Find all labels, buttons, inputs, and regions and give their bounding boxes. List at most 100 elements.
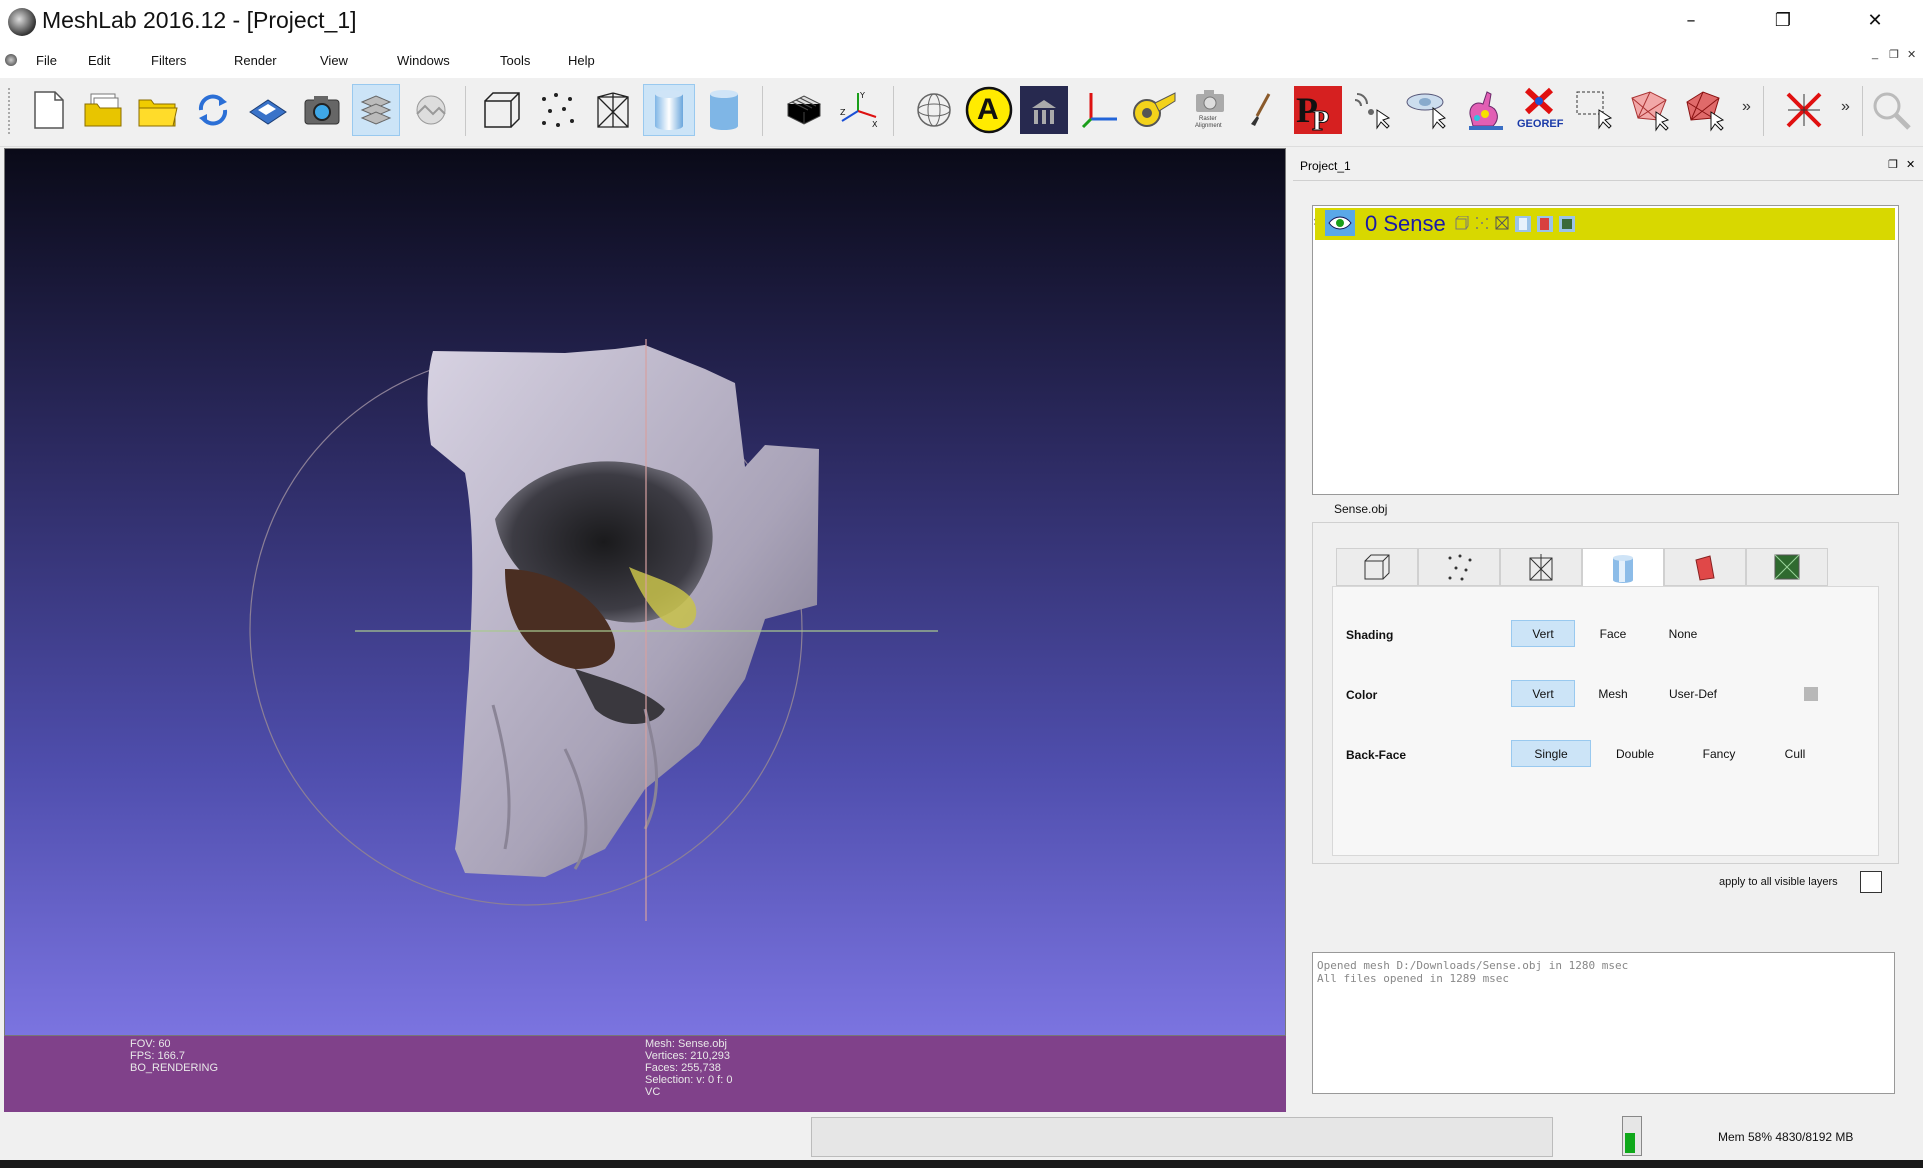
color-userdef-button[interactable]: User-Def — [1655, 680, 1731, 707]
tape-measure-icon — [1133, 92, 1176, 127]
manipulators-button[interactable] — [1076, 84, 1124, 136]
layers-dialog-button[interactable] — [352, 84, 400, 136]
snapshot-button[interactable] — [298, 84, 346, 136]
annotation-button[interactable]: A — [965, 84, 1013, 136]
menu-filters[interactable]: Filters — [151, 53, 186, 68]
align-tool-button[interactable] — [1405, 84, 1453, 136]
dock-title: Project_1 — [1300, 159, 1351, 173]
select-connected-button[interactable] — [1681, 84, 1729, 136]
menu-help[interactable]: Help — [568, 53, 595, 68]
color-mini-icon[interactable] — [1537, 216, 1553, 232]
box-mini-icon[interactable] — [1455, 216, 1469, 230]
flat-render-button[interactable] — [700, 84, 748, 136]
backface-fancy-button[interactable]: Fancy — [1679, 740, 1759, 767]
tab-points[interactable] — [1418, 548, 1500, 586]
shading-label: Shading — [1346, 628, 1394, 642]
menu-file[interactable]: File — [36, 53, 57, 68]
pick-points-button[interactable]: PP — [1294, 84, 1342, 136]
bounding-box-button[interactable] — [478, 84, 526, 136]
backface-double-button[interactable]: Double — [1595, 740, 1675, 767]
taskbar — [0, 1160, 1923, 1168]
tab-wireframe[interactable] — [1500, 548, 1582, 586]
search-button[interactable] — [1867, 84, 1915, 136]
texture-mini-icon[interactable] — [1559, 216, 1575, 232]
tab-texture[interactable] — [1746, 548, 1828, 586]
import-mesh-button[interactable] — [134, 84, 182, 136]
georef-button[interactable]: GEOREF — [1515, 84, 1563, 136]
menu-windows[interactable]: Windows — [397, 53, 450, 68]
shading-vert-button[interactable]: Vert — [1511, 620, 1575, 647]
show-axis-button[interactable]: Y X Z — [835, 84, 883, 136]
toolbar-grip[interactable] — [8, 88, 14, 134]
shading-face-button[interactable]: Face — [1581, 620, 1645, 647]
log-console[interactable]: Opened mesh D:/Downloads/Sense.obj in 12… — [1312, 952, 1895, 1094]
render-mode-text: BO_RENDERING — [130, 1062, 219, 1074]
menu-view[interactable]: View — [320, 53, 348, 68]
tab-fill[interactable] — [1582, 548, 1664, 588]
color-swatch[interactable] — [1804, 687, 1818, 701]
toolbar-overflow-button[interactable]: » — [1742, 98, 1751, 116]
toolbar-overflow-button-2[interactable]: » — [1841, 98, 1850, 116]
delete-selection-button[interactable] — [1780, 84, 1828, 136]
wire-mini-icon[interactable] — [1495, 216, 1509, 230]
3d-viewport[interactable] — [4, 148, 1286, 1036]
reload-button[interactable] — [189, 84, 237, 136]
mdi-minimize-button[interactable]: _ — [1872, 48, 1878, 60]
raster-layers-button[interactable] — [407, 84, 455, 136]
paint-tool-button[interactable] — [1242, 84, 1278, 136]
tab-color[interactable] — [1664, 548, 1746, 586]
mdi-close-button[interactable]: ✕ — [1907, 48, 1916, 61]
color-vert-button[interactable]: Vert — [1511, 680, 1575, 707]
menu-render[interactable]: Render — [234, 53, 277, 68]
tab-bbox[interactable] — [1336, 548, 1418, 586]
shading-none-button[interactable]: None — [1651, 620, 1715, 647]
wireframe-render-button[interactable] — [589, 84, 637, 136]
dock-close-button[interactable]: ✕ — [1906, 158, 1915, 171]
backface-cull-button[interactable]: Cull — [1765, 740, 1825, 767]
select-vertices-button[interactable] — [1571, 84, 1619, 136]
layer-name[interactable]: 0 Sense — [1365, 211, 1446, 237]
close-button[interactable]: ✕ — [1852, 6, 1898, 36]
smooth-mini-icon[interactable] — [1515, 216, 1531, 232]
select-faces-button[interactable] — [1626, 84, 1674, 136]
menu-edit[interactable]: Edit — [88, 53, 110, 68]
fps-text: FPS: 166.7 — [130, 1050, 186, 1062]
title-bar: MeshLab 2016.12 - [Project_1] – ❐ ✕ — [0, 0, 1923, 44]
new-project-button[interactable] — [25, 84, 73, 136]
points-render-button[interactable] — [533, 84, 581, 136]
pick-select-button[interactable] — [1349, 84, 1397, 136]
smooth-render-button[interactable] — [643, 84, 695, 136]
trackball-button[interactable] — [910, 84, 958, 136]
visibility-eye-icon[interactable] — [1325, 210, 1355, 236]
export-mesh-button[interactable] — [243, 84, 291, 136]
face-select-icon — [1631, 91, 1670, 132]
color-mesh-button[interactable]: Mesh — [1581, 680, 1645, 707]
dock-float-button[interactable]: ❐ — [1888, 158, 1898, 171]
backface-single-button[interactable]: Single — [1511, 740, 1591, 767]
layer-row[interactable]: 0 Sense — [1315, 208, 1895, 240]
open-project-button[interactable] — [80, 84, 128, 136]
georef-icon — [1524, 87, 1554, 115]
texture-icon — [1774, 554, 1800, 580]
menu-tools[interactable]: Tools — [500, 53, 530, 68]
raster-alignment-button[interactable]: Raster Alignment — [1186, 84, 1234, 136]
toolbar-separator — [465, 86, 466, 136]
restore-button[interactable]: ❐ — [1760, 6, 1806, 36]
minimize-button[interactable]: – — [1668, 6, 1714, 36]
mdi-restore-button[interactable]: ❐ — [1889, 48, 1899, 61]
layer-list[interactable]: › 0 Sense — [1312, 205, 1899, 495]
dock-header: Project_1 ❐ ✕ — [1293, 150, 1923, 180]
show-grid-button[interactable] — [780, 84, 828, 136]
apply-all-checkbox[interactable] — [1860, 871, 1882, 893]
points-mini-icon[interactable] — [1475, 216, 1489, 230]
measure-tool-button[interactable] — [1130, 84, 1178, 136]
svg-text:X: X — [872, 120, 878, 129]
points-icon — [542, 93, 574, 127]
svg-text:Y: Y — [859, 91, 865, 100]
memory-text: Mem 58% 4830/8192 MB — [1718, 1130, 1854, 1144]
render-shader-button[interactable] — [1020, 84, 1068, 136]
search-icon — [1873, 92, 1911, 130]
open-project-icon — [84, 93, 122, 127]
vertices-text: Vertices: 210,293 — [645, 1050, 731, 1062]
texture-tool-button[interactable] — [1460, 84, 1508, 136]
